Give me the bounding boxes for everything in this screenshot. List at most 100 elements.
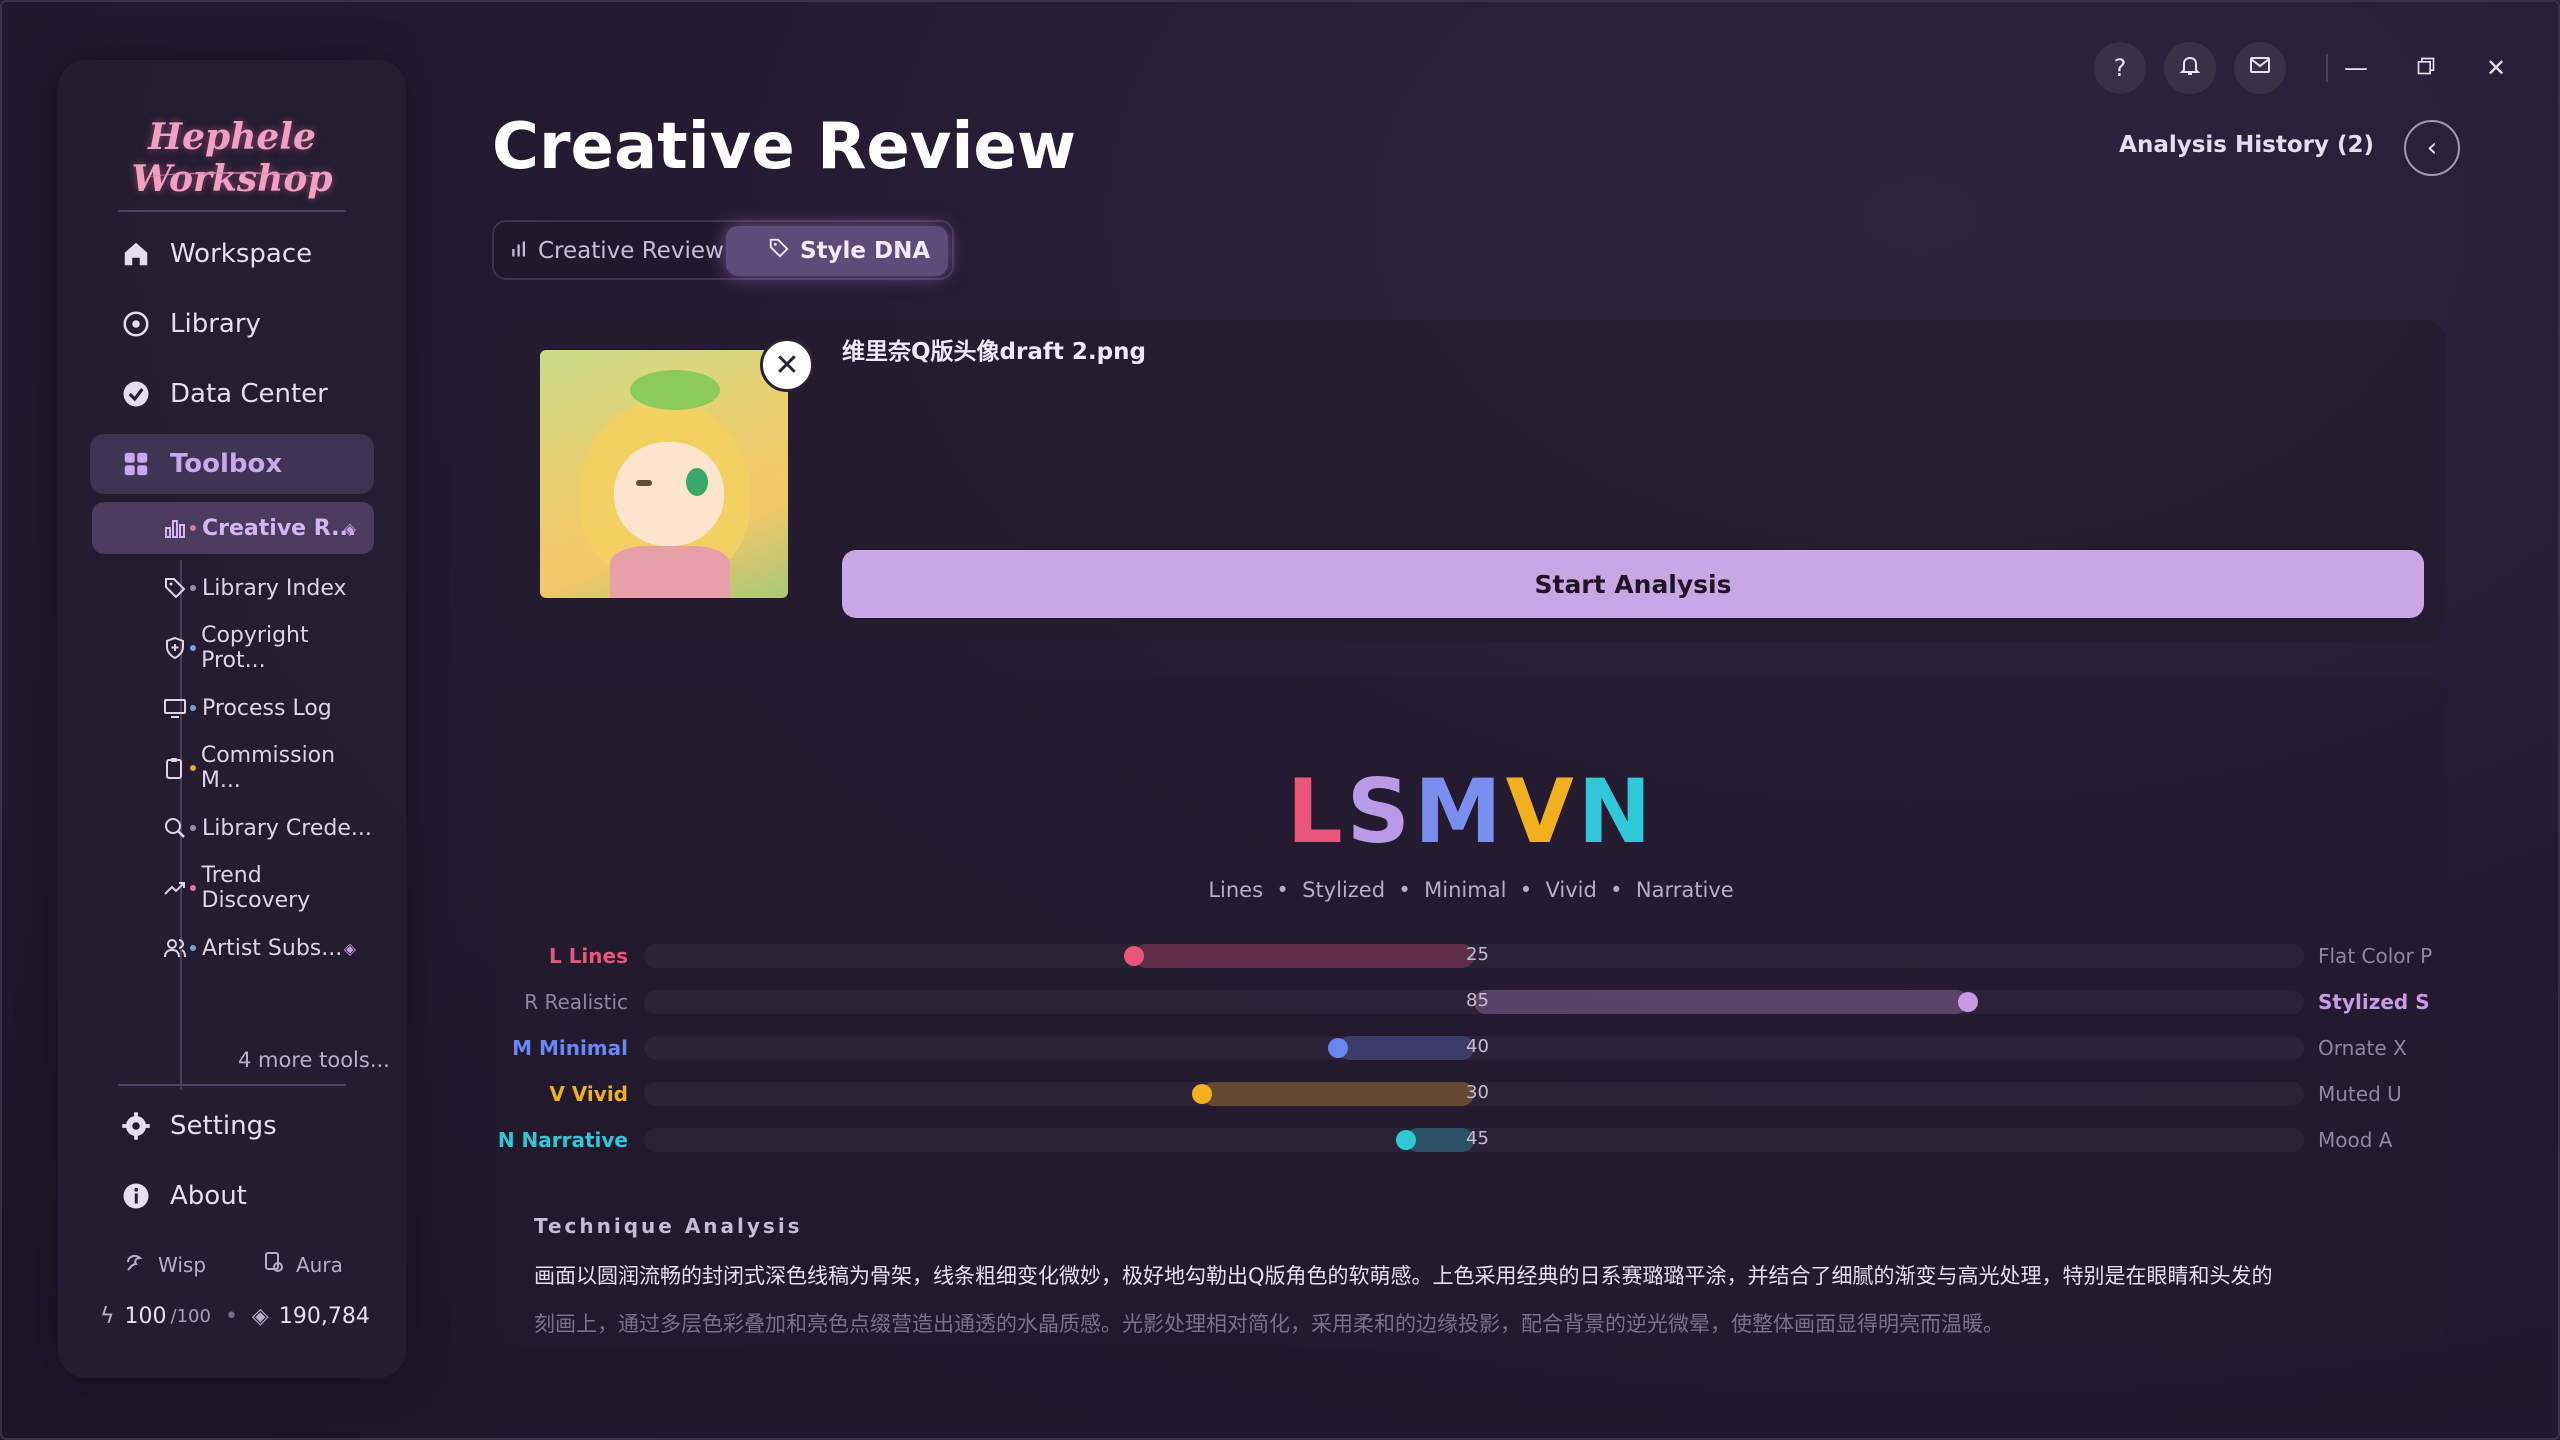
tool-dot <box>190 645 196 651</box>
bar-chart-icon <box>510 238 528 264</box>
dimension-right-label: Ornate X <box>2318 1036 2407 1060</box>
dimension-marker <box>1395 1130 1416 1150</box>
dimension-fill <box>1405 1128 1474 1152</box>
tool-item-commission-manager[interactable]: Commission M... <box>92 742 374 794</box>
artwork-thumbnail <box>540 350 788 598</box>
thumb-face <box>614 442 724 546</box>
wisp-indicator[interactable]: Wisp <box>124 1250 206 1279</box>
nav-item-library[interactable]: Library <box>90 294 374 354</box>
nav-item-settings[interactable]: Settings <box>90 1096 374 1156</box>
technique-text: 画面以圆润流畅的封闭式深色线稿为骨架，线条粗细变化微妙，极好地勾勒出Q版角色的软… <box>534 1252 2424 1348</box>
dimension-fill <box>1474 990 1968 1014</box>
restore-icon <box>2416 54 2436 82</box>
nav-item-toolbox[interactable]: Toolbox <box>90 434 374 494</box>
nav-item-label: About <box>170 1181 247 1211</box>
dimension-value: 45 <box>1466 1128 1489 1149</box>
dimension-value: 30 <box>1466 1082 1489 1103</box>
start-analysis-button[interactable]: Start Analysis <box>842 550 2424 618</box>
dimension-right-label: Flat Color P <box>2318 944 2433 968</box>
dimension-value: 40 <box>1466 1036 1489 1057</box>
tab-creative-review[interactable]: Creative Review <box>510 226 724 276</box>
close-button[interactable]: ✕ <box>2470 42 2522 94</box>
restore-button[interactable] <box>2400 42 2452 94</box>
analysis-history-link[interactable]: Analysis History (2) <box>2119 132 2374 158</box>
tool-dot <box>190 585 196 591</box>
dimension-row: R Realistic 85 Stylized S <box>496 982 2446 1022</box>
tool-dot <box>190 525 196 531</box>
top-action-icons: ? <box>2094 42 2286 94</box>
thumb-bow <box>630 370 720 410</box>
bell-icon <box>2178 53 2202 83</box>
tool-item-artist-subscription[interactable]: Artist Subs... ◈ <box>92 922 374 974</box>
dimension-marker <box>1191 1084 1212 1104</box>
tool-item-process-log[interactable]: Process Log <box>92 682 374 734</box>
gem-icon: ◈ <box>251 1304 269 1329</box>
tool-item-library-credentials[interactable]: Library Crede... <box>92 802 374 854</box>
technique-paragraph-faded: 刻画上，通过多层色彩叠加和亮色点缀营造出通透的水晶质感。光影处理相对简化，采用柔… <box>534 1312 2004 1336</box>
help-button[interactable]: ? <box>2094 42 2146 94</box>
clipboard-icon <box>162 755 187 781</box>
messages-button[interactable] <box>2234 42 2286 94</box>
dimension-marker <box>1957 992 1978 1012</box>
chevron-left-icon: ‹ <box>2426 133 2438 163</box>
aura-indicator[interactable]: Aura <box>262 1250 343 1279</box>
dimension-row: V Vivid 30 Muted U <box>496 1074 2446 1114</box>
dna-letter: M <box>1414 760 1506 863</box>
tool-dot <box>190 825 196 831</box>
tool-item-label: Copyright Prot... <box>201 623 309 673</box>
tool-dot <box>190 765 196 771</box>
dimension-marker <box>1123 946 1144 966</box>
window-controls: — ✕ <box>2326 42 2522 94</box>
wisp-label: Wisp <box>158 1252 207 1277</box>
tool-item-label: Library Crede... <box>202 815 372 841</box>
minimize-button[interactable]: — <box>2330 42 2382 94</box>
tag-icon <box>162 575 188 601</box>
tool-item-creative-review[interactable]: Creative R... ◈ <box>92 502 374 554</box>
tool-item-copyright-protection[interactable]: Copyright Prot... <box>92 622 374 674</box>
app-logo: Hephele Workshop <box>131 116 333 200</box>
dna-letter: N <box>1577 760 1656 863</box>
dimension-fill <box>1337 1036 1474 1060</box>
tool-item-trend-discovery[interactable]: Trend Discovery <box>92 862 374 914</box>
nav-item-workspace[interactable]: Workspace <box>90 224 374 284</box>
tool-item-label: Library Index <box>202 575 347 601</box>
users-icon <box>162 935 188 961</box>
dimension-left-label: M Minimal <box>512 1036 628 1060</box>
tag-icon <box>768 237 790 265</box>
nav-item-label: Data Center <box>170 379 328 409</box>
tool-dot <box>190 705 196 711</box>
info-icon <box>120 1180 152 1212</box>
logo-ornament <box>148 172 316 184</box>
premium-gem-icon: ◈ <box>343 938 356 958</box>
dna-letter: L <box>1286 760 1347 863</box>
view-tabs: Creative Review Style DNA <box>492 220 954 280</box>
dimension-left-label: V Vivid <box>549 1082 628 1106</box>
file-name: 维里奈Q版头像draft 2.png <box>842 339 1146 365</box>
sidebar: Hephele Workshop Workspace Library Data … <box>58 60 406 1378</box>
tool-item-label: Trend Discovery <box>201 863 311 913</box>
grid-icon <box>120 448 152 480</box>
dna-words: Lines • Stylized • Minimal • Vivid • Nar… <box>1208 878 1734 902</box>
dimension-row: N Narrative 45 Mood A <box>496 1120 2446 1160</box>
tool-item-label: Artist Subs... <box>202 935 343 961</box>
more-tools-link[interactable]: 4 more tools... <box>238 1048 390 1072</box>
dimension-left-label: N Narrative <box>497 1128 628 1152</box>
close-icon: ✕ <box>2485 54 2507 82</box>
nav-item-about[interactable]: About <box>90 1166 374 1226</box>
home-icon <box>120 238 152 270</box>
energy-value: 100 <box>124 1304 167 1329</box>
tool-item-library-index[interactable]: Library Index <box>92 562 374 614</box>
notifications-button[interactable] <box>2164 42 2216 94</box>
nav-item-label: Library <box>170 309 261 339</box>
dimension-fill <box>1133 944 1474 968</box>
dimension-value: 85 <box>1466 990 1489 1011</box>
collapse-panel-button[interactable]: ‹ <box>2404 120 2460 176</box>
help-icon: ? <box>2113 54 2127 82</box>
monitor-icon <box>162 695 188 721</box>
nav-item-data-center[interactable]: Data Center <box>90 364 374 424</box>
remove-image-button[interactable]: ✕ <box>760 338 814 392</box>
tool-dot <box>190 945 196 951</box>
dimension-value: 25 <box>1466 944 1489 965</box>
dimension-left-label: R Realistic <box>524 990 628 1014</box>
tab-style-dna[interactable]: Style DNA <box>726 226 948 276</box>
